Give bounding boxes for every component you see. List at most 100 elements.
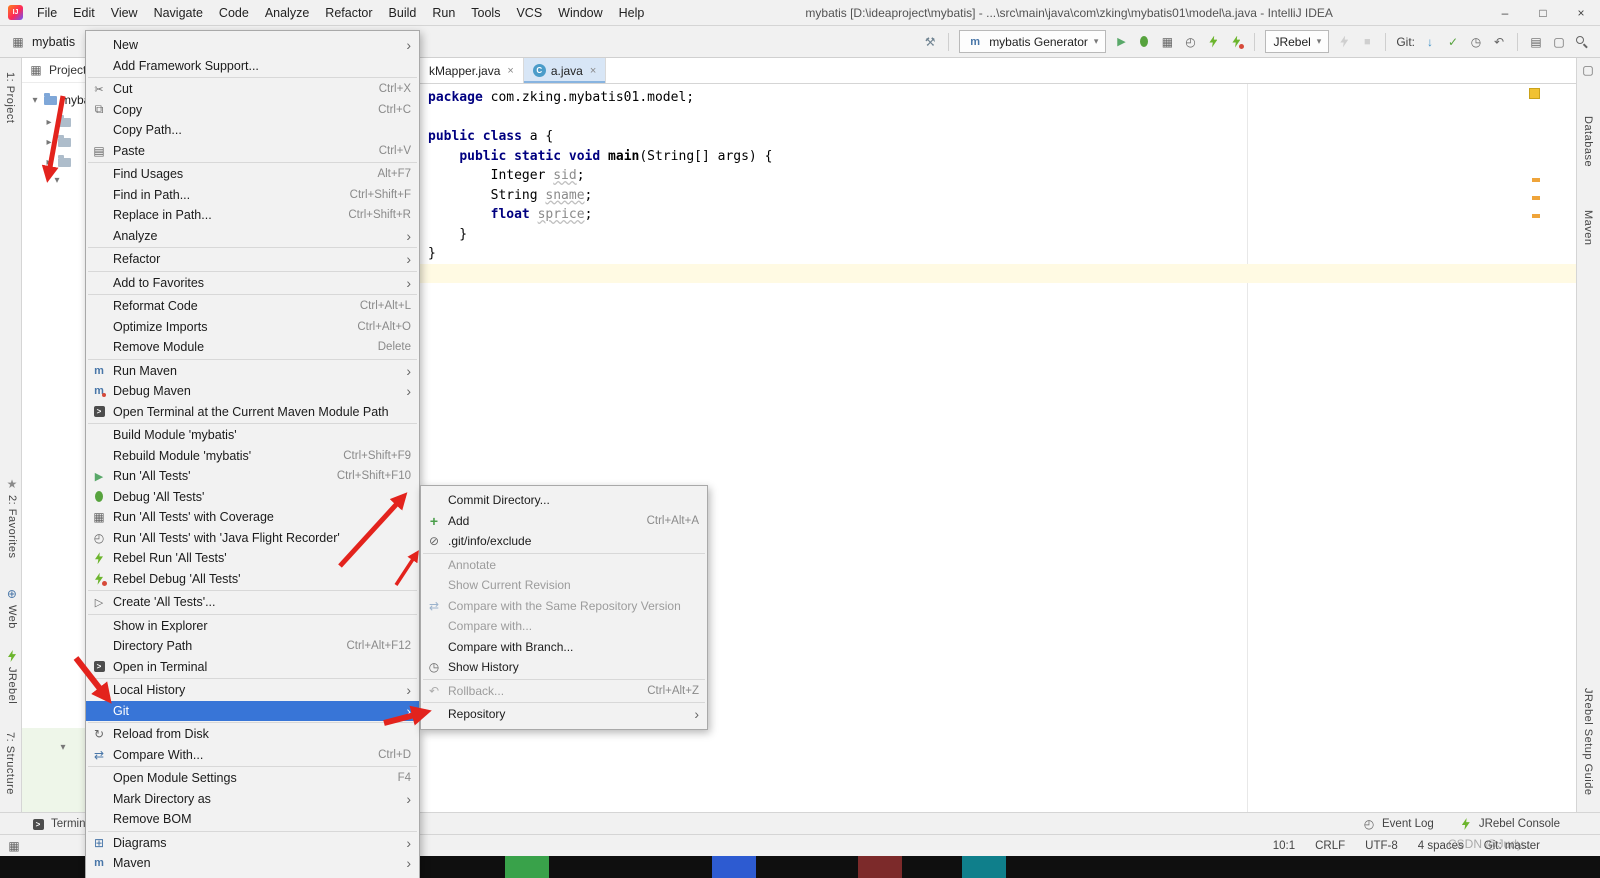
context-menu-item-open-in-terminal[interactable]: Open in Terminal — [86, 657, 419, 678]
menubar-item-build[interactable]: Build — [381, 0, 425, 25]
line-separator[interactable]: CRLF — [1315, 840, 1345, 852]
taskbar-app-button[interactable] — [962, 856, 1006, 878]
menubar-item-tools[interactable]: Tools — [463, 0, 508, 25]
caret-position[interactable]: 10:1 — [1273, 840, 1295, 852]
editor-tab-a-java[interactable]: a.java × — [523, 58, 607, 83]
context-menu-item-create-all-tests[interactable]: Create 'All Tests'... — [86, 592, 419, 613]
tool-window-icon[interactable] — [1580, 62, 1596, 78]
tree-item[interactable]: ▸ — [44, 112, 75, 132]
menubar-item-help[interactable]: Help — [611, 0, 653, 25]
context-menu-item-mark-directory-as[interactable]: Mark Directory as › — [86, 789, 419, 810]
context-menu-item-git[interactable]: Git › — [86, 700, 419, 721]
menubar-item-file[interactable]: File — [29, 0, 65, 25]
editor-tab-kmapper-java[interactable]: kMapper.java × — [420, 58, 524, 83]
event-log-button[interactable]: ◴ Event Log — [1361, 816, 1434, 832]
file-encoding[interactable]: UTF-8 — [1365, 840, 1398, 852]
context-menu-item-add-to-favorites[interactable]: Add to Favorites › — [86, 273, 419, 294]
context-menu-item-maven[interactable]: Maven › — [86, 853, 419, 874]
context-menu-item-build-module-mybatis[interactable]: Build Module 'mybatis' — [86, 425, 419, 446]
warning-stripe-mark[interactable] — [1532, 196, 1540, 200]
menubar-item-view[interactable]: View — [103, 0, 146, 25]
run-icon[interactable] — [1113, 34, 1129, 50]
context-menu-item-reformat-code[interactable]: Reformat Code Ctrl+Alt+L — [86, 296, 419, 317]
stripe-button-jrebel-setup-guide[interactable]: JRebel Setup Guide — [1582, 688, 1594, 795]
context-menu-item-new[interactable]: New › — [86, 35, 419, 56]
maximize-button[interactable]: □ — [1524, 0, 1562, 26]
warning-stripe-mark[interactable] — [1532, 178, 1540, 182]
context-menu-item-add-framework-support[interactable]: Add Framework Support... — [86, 56, 419, 77]
close-button[interactable]: × — [1562, 0, 1600, 26]
coverage-icon[interactable] — [1159, 34, 1175, 50]
context-menu-item-optimize-imports[interactable]: Optimize Imports Ctrl+Alt+O — [86, 317, 419, 338]
context-menu-item-remove-module[interactable]: Remove Module Delete — [86, 337, 419, 358]
context-menu-item-compare-with[interactable]: Compare With... Ctrl+D — [86, 745, 419, 766]
context-menu-item-rebel-debug-all-tests[interactable]: Rebel Debug 'All Tests' — [86, 569, 419, 590]
context-menu-item-debug-all-tests[interactable]: Debug 'All Tests' — [86, 487, 419, 508]
taskbar-app-button[interactable] — [858, 856, 902, 878]
context-menu-item-open-terminal-at-the-current-maven-module-path[interactable]: Open Terminal at the Current Maven Modul… — [86, 402, 419, 423]
context-menu-item-run-all-tests-with-java-flight-recorder[interactable]: Run 'All Tests' with 'Java Flight Record… — [86, 528, 419, 549]
tree-item[interactable]: ▾ — [52, 170, 62, 190]
menubar-item-analyze[interactable]: Analyze — [257, 0, 317, 25]
context-menu-item-remove-bom[interactable]: Remove BOM — [86, 809, 419, 830]
context-menu-item-debug-maven[interactable]: Debug Maven › — [86, 381, 419, 402]
context-menu-item-run-all-tests[interactable]: Run 'All Tests' Ctrl+Shift+F10 — [86, 466, 419, 487]
toolbar-project[interactable]: mybatis — [10, 34, 75, 50]
git-submenu-item-commit-directory[interactable]: Commit Directory... — [421, 490, 707, 511]
git-submenu-item-git-info-exclude[interactable]: .git/info/exclude — [421, 531, 707, 552]
git-submenu-item-show-history[interactable]: Show History — [421, 657, 707, 678]
menubar-item-refactor[interactable]: Refactor — [317, 0, 380, 25]
context-menu-item-local-history[interactable]: Local History › — [86, 680, 419, 701]
git-commit-icon[interactable] — [1445, 34, 1461, 50]
git-submenu-item-add[interactable]: Add Ctrl+Alt+A — [421, 511, 707, 532]
rebel-debug-icon[interactable] — [1228, 34, 1245, 50]
stripe-button-7-structure[interactable]: 7: Structure — [4, 732, 16, 795]
chevron-down-icon[interactable]: ▾ — [58, 742, 68, 753]
context-menu-item-run-maven[interactable]: Run Maven › — [86, 361, 419, 382]
jrebel-select[interactable]: JRebel ▾ — [1265, 30, 1330, 53]
build-hammer-icon[interactable] — [922, 34, 938, 50]
context-menu-item-replace-in-path[interactable]: Replace in Path... Ctrl+Shift+R — [86, 205, 419, 226]
rebel-run-icon[interactable] — [1205, 34, 1221, 50]
menubar-item-vcs[interactable]: VCS — [508, 0, 550, 25]
context-menu-item-show-in-explorer[interactable]: Show in Explorer — [86, 616, 419, 637]
context-menu-item-paste[interactable]: Paste Ctrl+V — [86, 141, 419, 162]
debug-icon[interactable] — [1136, 34, 1152, 50]
menubar-item-code[interactable]: Code — [211, 0, 257, 25]
git-submenu-item-repository[interactable]: Repository › — [421, 704, 707, 725]
git-update-icon[interactable] — [1422, 34, 1438, 50]
stop-icon[interactable] — [1359, 34, 1375, 50]
run-config-select[interactable]: mybatis Generator ▾ — [959, 30, 1107, 53]
tool-window-switcher-icon[interactable]: ▦ — [6, 838, 22, 854]
open-module-icon[interactable] — [1528, 34, 1544, 50]
stripe-button-database[interactable]: Database — [1582, 116, 1594, 167]
close-tab-icon[interactable]: × — [590, 65, 596, 77]
context-menu-item-rebel-run-all-tests[interactable]: Rebel Run 'All Tests' — [86, 548, 419, 569]
context-menu-item-copy[interactable]: Copy Ctrl+C — [86, 100, 419, 121]
context-menu-item-diagrams[interactable]: Diagrams › — [86, 833, 419, 854]
context-menu-item-run-all-tests-with-coverage[interactable]: Run 'All Tests' with Coverage — [86, 507, 419, 528]
tree-item[interactable]: ▸ — [44, 152, 75, 172]
context-menu-item-reload-from-disk[interactable]: Reload from Disk — [86, 724, 419, 745]
context-menu-item-cut[interactable]: Cut Ctrl+X — [86, 79, 419, 100]
git-submenu-item-compare-with-branch[interactable]: Compare with Branch... — [421, 637, 707, 658]
layout-icon[interactable] — [1551, 34, 1567, 50]
menubar-item-edit[interactable]: Edit — [65, 0, 103, 25]
tree-item[interactable]: ▸ — [44, 132, 75, 152]
profiler-icon[interactable] — [1182, 34, 1198, 50]
stripe-button-jrebel[interactable]: JRebel — [4, 648, 20, 704]
jrebel-console-button[interactable]: JRebel Console — [1458, 816, 1560, 832]
menubar-item-navigate[interactable]: Navigate — [146, 0, 211, 25]
git-revert-icon[interactable] — [1491, 34, 1507, 50]
error-stripe-file-mark[interactable] — [1529, 88, 1540, 99]
context-menu-item-refactor[interactable]: Refactor › — [86, 249, 419, 270]
stripe-button-2-favorites[interactable]: 2: Favorites — [4, 476, 20, 558]
context-menu-item-open-module-settings[interactable]: Open Module Settings F4 — [86, 768, 419, 789]
close-tab-icon[interactable]: × — [507, 65, 513, 77]
menubar-item-window[interactable]: Window — [550, 0, 610, 25]
context-menu-item-find-usages[interactable]: Find Usages Alt+F7 — [86, 164, 419, 185]
context-menu-item-analyze[interactable]: Analyze › — [86, 226, 419, 247]
context-menu-item-find-in-path[interactable]: Find in Path... Ctrl+Shift+F — [86, 185, 419, 206]
context-menu-item-copy-path[interactable]: Copy Path... — [86, 120, 419, 141]
warning-stripe-mark[interactable] — [1532, 214, 1540, 218]
